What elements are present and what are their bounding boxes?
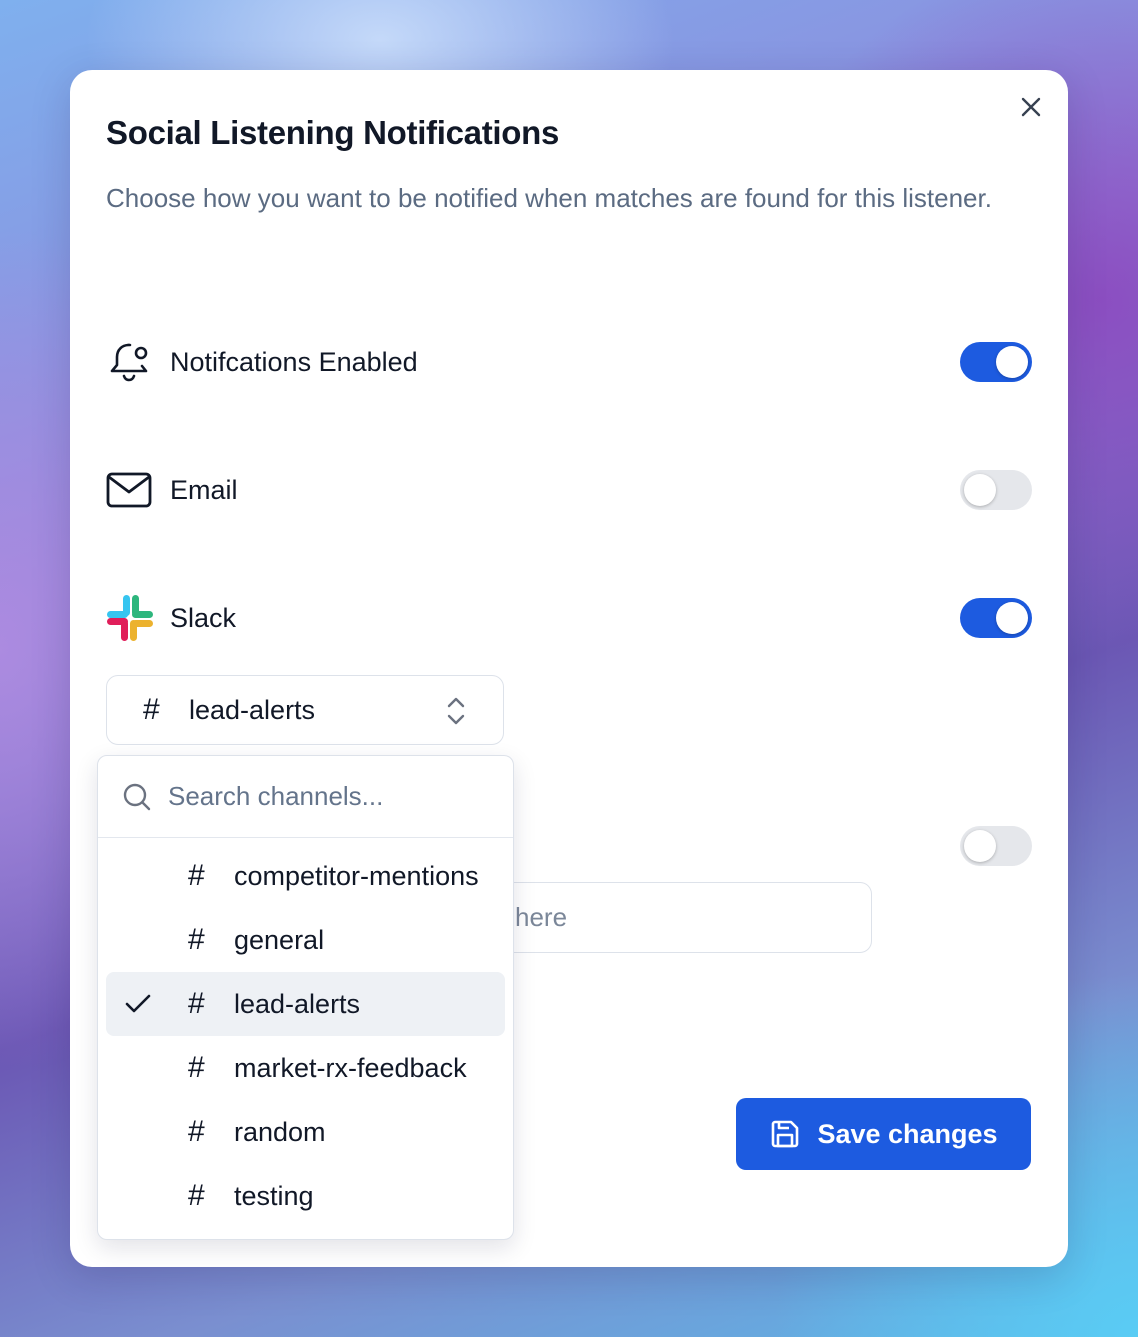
- webhook-input[interactable]: here: [490, 882, 872, 953]
- notifications-enabled-label: Notifcations Enabled: [170, 346, 418, 377]
- channel-option-lead-alerts[interactable]: # lead-alerts: [106, 972, 505, 1036]
- slack-toggle[interactable]: [960, 598, 1032, 638]
- toggle-knob: [964, 474, 996, 506]
- notifications-enabled-row: Notifcations Enabled: [106, 338, 1032, 386]
- channel-option-label: testing: [234, 1180, 314, 1211]
- save-icon: [772, 1120, 799, 1148]
- hash-icon: #: [188, 1051, 205, 1084]
- toggle-knob: [996, 346, 1028, 378]
- dialog-description: Choose how you want to be notified when …: [106, 183, 992, 213]
- hash-icon: #: [188, 859, 205, 892]
- webhook-toggle[interactable]: [960, 826, 1032, 866]
- channel-option-label: general: [234, 924, 325, 955]
- toggle-knob: [964, 830, 996, 862]
- save-changes-label: Save changes: [817, 1118, 998, 1149]
- close-button[interactable]: [1016, 92, 1046, 122]
- hash-icon: #: [188, 923, 205, 956]
- selected-channel-value: lead-alerts: [189, 694, 316, 725]
- email-label: Email: [170, 474, 238, 505]
- channel-option-random[interactable]: # random: [106, 1100, 505, 1164]
- channel-search: [98, 756, 513, 838]
- close-icon: [1021, 97, 1041, 117]
- channel-search-input[interactable]: [168, 781, 468, 812]
- dialog-title: Social Listening Notifications: [106, 114, 560, 151]
- channel-option-testing[interactable]: # testing: [106, 1164, 505, 1228]
- channel-option-label: lead-alerts: [234, 988, 361, 1019]
- channel-option-label: competitor-mentions: [234, 860, 479, 891]
- channel-option-label: market-rx-feedback: [234, 1052, 467, 1083]
- slack-label: Slack: [170, 602, 237, 633]
- chevrons-up-down-icon: [447, 697, 465, 725]
- channel-hash-icon: #: [143, 693, 160, 726]
- channel-option-label: random: [234, 1116, 326, 1147]
- search-icon: [123, 783, 151, 810]
- webhook-placeholder-fragment: here: [515, 902, 568, 932]
- channel-options-list: # competitor-mentions # general # lead-a…: [98, 838, 513, 1234]
- email-row: Email: [106, 466, 1032, 514]
- email-toggle[interactable]: [960, 470, 1032, 510]
- channel-option-competitor-mentions[interactable]: # competitor-mentions: [106, 844, 505, 908]
- bell-icon: [106, 338, 154, 386]
- mail-icon: [106, 466, 154, 514]
- hash-icon: #: [188, 1179, 205, 1212]
- channel-option-general[interactable]: # general: [106, 908, 505, 972]
- hash-icon: #: [188, 1115, 205, 1148]
- toggle-knob: [996, 602, 1028, 634]
- save-changes-button[interactable]: Save changes: [736, 1098, 1031, 1170]
- channel-option-market-rx-feedback[interactable]: # market-rx-feedback: [106, 1036, 505, 1100]
- slack-channel-select[interactable]: # lead-alerts: [106, 675, 504, 745]
- slack-row: Slack: [106, 594, 1032, 642]
- notifications-enabled-toggle[interactable]: [960, 342, 1032, 382]
- channel-dropdown: # competitor-mentions # general # lead-a…: [97, 755, 514, 1240]
- slack-logo-icon: [106, 594, 154, 642]
- check-icon: [125, 994, 151, 1013]
- hash-icon: #: [188, 987, 205, 1020]
